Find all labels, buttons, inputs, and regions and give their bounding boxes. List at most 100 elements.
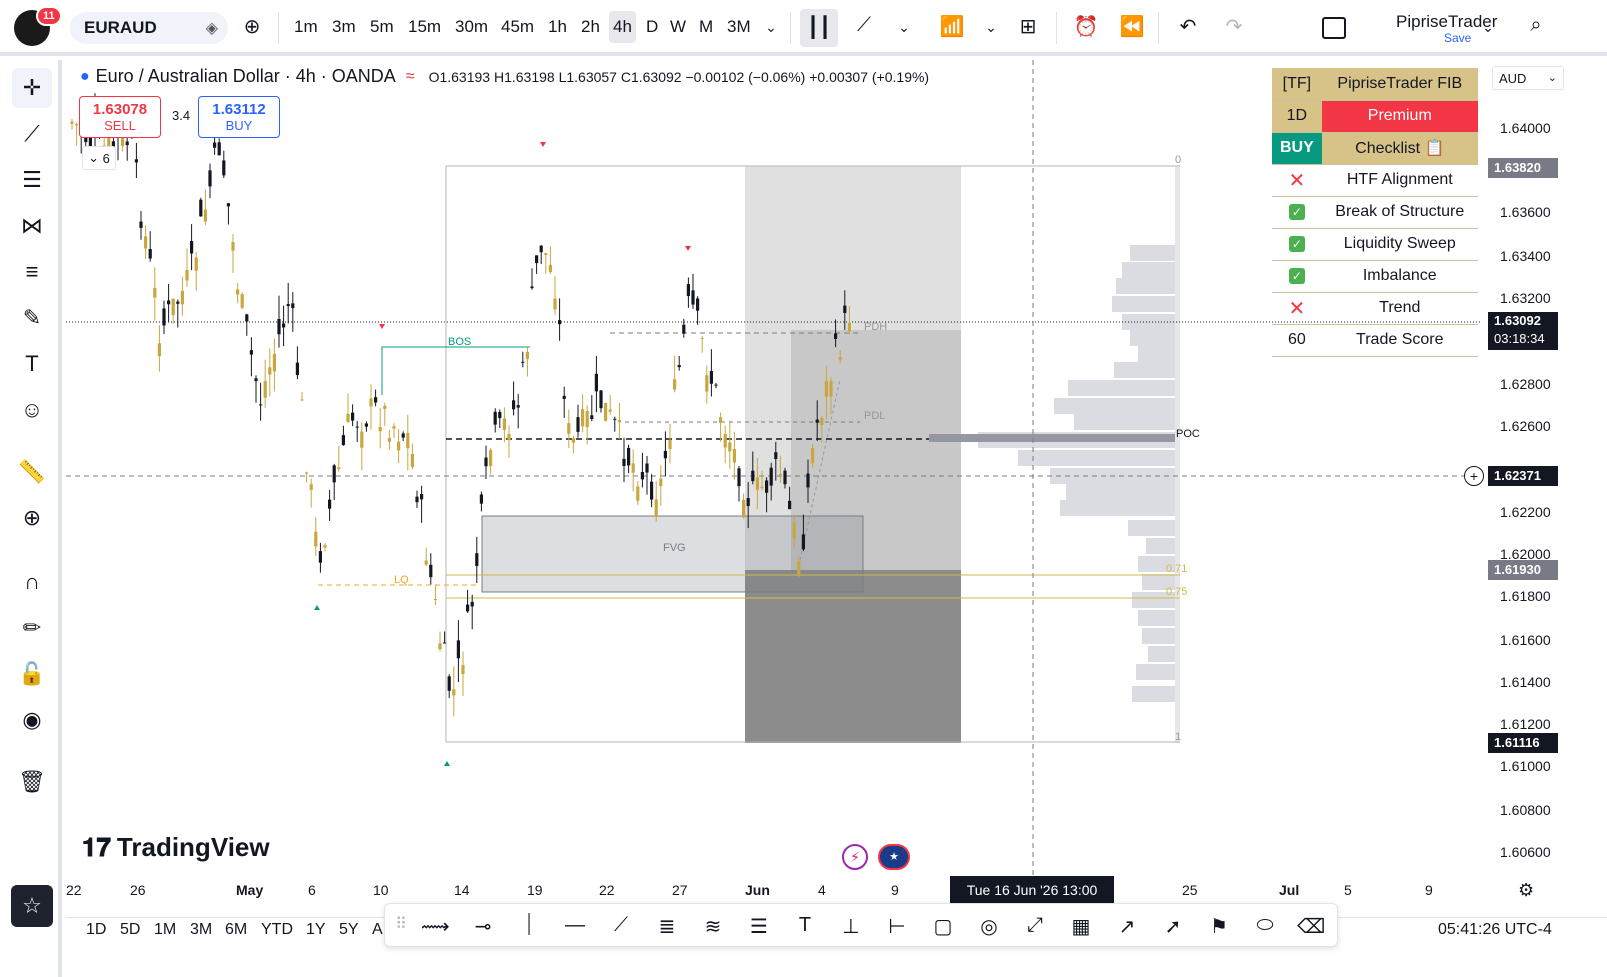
fib-tool-icon[interactable]: ≡ — [12, 252, 52, 292]
flag-tool-icon[interactable]: ⚑ — [1205, 914, 1233, 939]
eraser-icon[interactable]: ⌫ — [1297, 914, 1325, 939]
chevron-down-icon[interactable]: ⌄ — [757, 19, 785, 36]
legend-title[interactable]: Euro / Australian Dollar · 4h · OANDA — [96, 66, 396, 87]
candle-body — [705, 375, 709, 392]
add-symbol-icon[interactable]: ⊕ — [238, 14, 266, 39]
tf-3m-long[interactable]: 3M — [727, 17, 751, 37]
price-range-icon[interactable]: ⊥ — [837, 914, 865, 939]
candle-body — [751, 470, 755, 482]
settings-gear-icon[interactable]: ⚙ — [1518, 880, 1534, 901]
table-cell: [TF] — [1272, 68, 1322, 101]
rectangle-icon[interactable]: ▢ — [929, 914, 957, 939]
crosshair-icon[interactable]: ✛ — [12, 68, 52, 108]
horizontal-lines-icon[interactable]: ☰ — [12, 160, 52, 200]
circle-icon[interactable]: ◎ — [975, 914, 1003, 939]
candles-icon[interactable]: ┃┃ — [800, 9, 838, 47]
horizontal-line-icon[interactable]: — — [561, 914, 589, 937]
text-icon[interactable]: T — [12, 344, 52, 384]
tf-5m[interactable]: 5m — [370, 17, 394, 37]
buy-button[interactable]: 1.63112 BUY — [198, 96, 280, 138]
candle-body — [622, 458, 626, 466]
indicators-icon[interactable]: 📶 — [938, 14, 966, 39]
chevron-down-icon[interactable]: ⌄ — [977, 19, 1005, 36]
vertical-line-icon[interactable]: ⏐ — [515, 914, 543, 937]
save-link[interactable]: Save — [1444, 31, 1471, 45]
ruler-icon[interactable]: 📏 — [12, 452, 52, 492]
tf-1h[interactable]: 1h — [548, 17, 567, 37]
flag-icon[interactable]: ★ — [878, 844, 910, 870]
table-cell: Checklist 📋 — [1321, 132, 1478, 165]
candle-body — [125, 141, 129, 146]
fib-levels-icon[interactable]: ≣ — [653, 914, 681, 939]
arrow-icon[interactable]: ↗ — [1113, 914, 1141, 939]
redo-icon[interactable]: ↷ — [1220, 14, 1248, 39]
utc-clock[interactable]: 05:41:26 UTC-4 — [1438, 921, 1552, 939]
eye-icon[interactable]: ◉ — [12, 700, 52, 740]
quick-search-icon[interactable]: ⌕ — [1522, 14, 1550, 37]
range-3m[interactable]: 3M — [190, 921, 212, 939]
range-1y[interactable]: 1Y — [306, 921, 326, 939]
tf-15m[interactable]: 15m — [408, 17, 441, 37]
layout-grid-icon[interactable]: ⊞ — [1014, 14, 1042, 39]
range-ytd[interactable]: YTD — [261, 921, 293, 939]
tf-d[interactable]: D — [646, 17, 658, 37]
shape-icon[interactable]: ⬭ — [1251, 914, 1279, 937]
tf-3m[interactable]: 3m — [332, 17, 356, 37]
diamond-icon[interactable]: ◈ — [206, 18, 218, 38]
alert-clock-icon[interactable]: ⏰ — [1072, 14, 1100, 39]
range-5d[interactable]: 5D — [120, 921, 140, 939]
symbol-search[interactable]: EURAUD ◈ — [70, 12, 228, 44]
tf-m[interactable]: M — [699, 17, 713, 37]
polyline-icon[interactable]: ⟿ — [421, 914, 450, 939]
favorites-star-icon[interactable]: ☆ — [11, 885, 53, 927]
undo-icon[interactable]: ↶ — [1174, 14, 1202, 39]
range-all[interactable]: A — [372, 921, 383, 939]
sell-button[interactable]: 1.63078 SELL — [79, 96, 161, 138]
tf-45m[interactable]: 45m — [501, 17, 534, 37]
lock-icon[interactable]: 🔓 — [12, 654, 52, 694]
magnet-icon[interactable]: ∩ — [12, 562, 52, 602]
lightning-icon[interactable]: ⚡ — [842, 844, 868, 870]
tf-4h[interactable]: 4h — [609, 11, 636, 43]
emoji-icon[interactable]: ☺ — [12, 390, 52, 430]
candle-body — [134, 159, 138, 163]
trash-icon[interactable]: 🗑 — [12, 762, 52, 802]
currency-selector[interactable]: AUD ⌄ — [1492, 66, 1564, 90]
path-icon[interactable]: ⤢ — [1021, 914, 1049, 937]
candle-body — [709, 371, 713, 384]
trend-line-icon[interactable]: ⟋ — [12, 114, 52, 154]
tf-1m[interactable]: 1m — [294, 17, 318, 37]
pattern-icon[interactable]: ⋈ — [12, 206, 52, 246]
tf-30m[interactable]: 30m — [455, 17, 488, 37]
candle-body — [498, 411, 502, 419]
tf-2h[interactable]: 2h — [581, 17, 600, 37]
range-6m[interactable]: 6M — [225, 921, 247, 939]
range-1m[interactable]: 1M — [154, 921, 176, 939]
time-tick: 22 — [66, 882, 82, 898]
chevron-down-icon[interactable]: ⌄ — [890, 19, 918, 36]
brush-icon[interactable]: ✎ — [12, 298, 52, 338]
replay-icon[interactable]: ⏪ — [1118, 14, 1146, 39]
trendline-icon[interactable]: ⟋ — [607, 914, 635, 937]
zoom-in-icon[interactable]: ⊕ — [12, 498, 52, 538]
collapse-indicators-button[interactable]: ⌄ 6 — [82, 146, 116, 170]
grid-icon[interactable]: ▦ — [1067, 914, 1095, 939]
horizontal-ray-icon[interactable]: ⊸ — [469, 914, 497, 939]
app-logo[interactable]: 11 — [14, 6, 62, 46]
volume-bar — [1128, 520, 1178, 536]
parallel-lines-icon[interactable]: ☰ — [745, 914, 773, 939]
range-1d[interactable]: 1D — [86, 921, 106, 939]
tf-w[interactable]: W — [670, 17, 686, 37]
price-levels-icon[interactable]: ≋ — [699, 914, 727, 939]
pencil-lock-icon[interactable]: ✏ — [12, 608, 52, 648]
fib0-price-label: 1.63820 — [1488, 158, 1558, 178]
text-tool-icon[interactable]: T — [791, 914, 819, 937]
drag-handle-icon[interactable]: ⠿ — [387, 914, 415, 934]
layout-square-icon[interactable] — [1322, 17, 1346, 39]
date-range-icon[interactable]: ⊢ — [883, 914, 911, 939]
add-alert-plus-icon[interactable]: + — [1464, 466, 1484, 486]
indicator-line-icon[interactable]: ⟋ — [850, 14, 878, 37]
range-5y[interactable]: 5Y — [339, 921, 359, 939]
arrow-marker-icon[interactable]: ➚ — [1159, 914, 1187, 939]
chevron-down-icon[interactable]: ⌄ — [1474, 19, 1502, 36]
